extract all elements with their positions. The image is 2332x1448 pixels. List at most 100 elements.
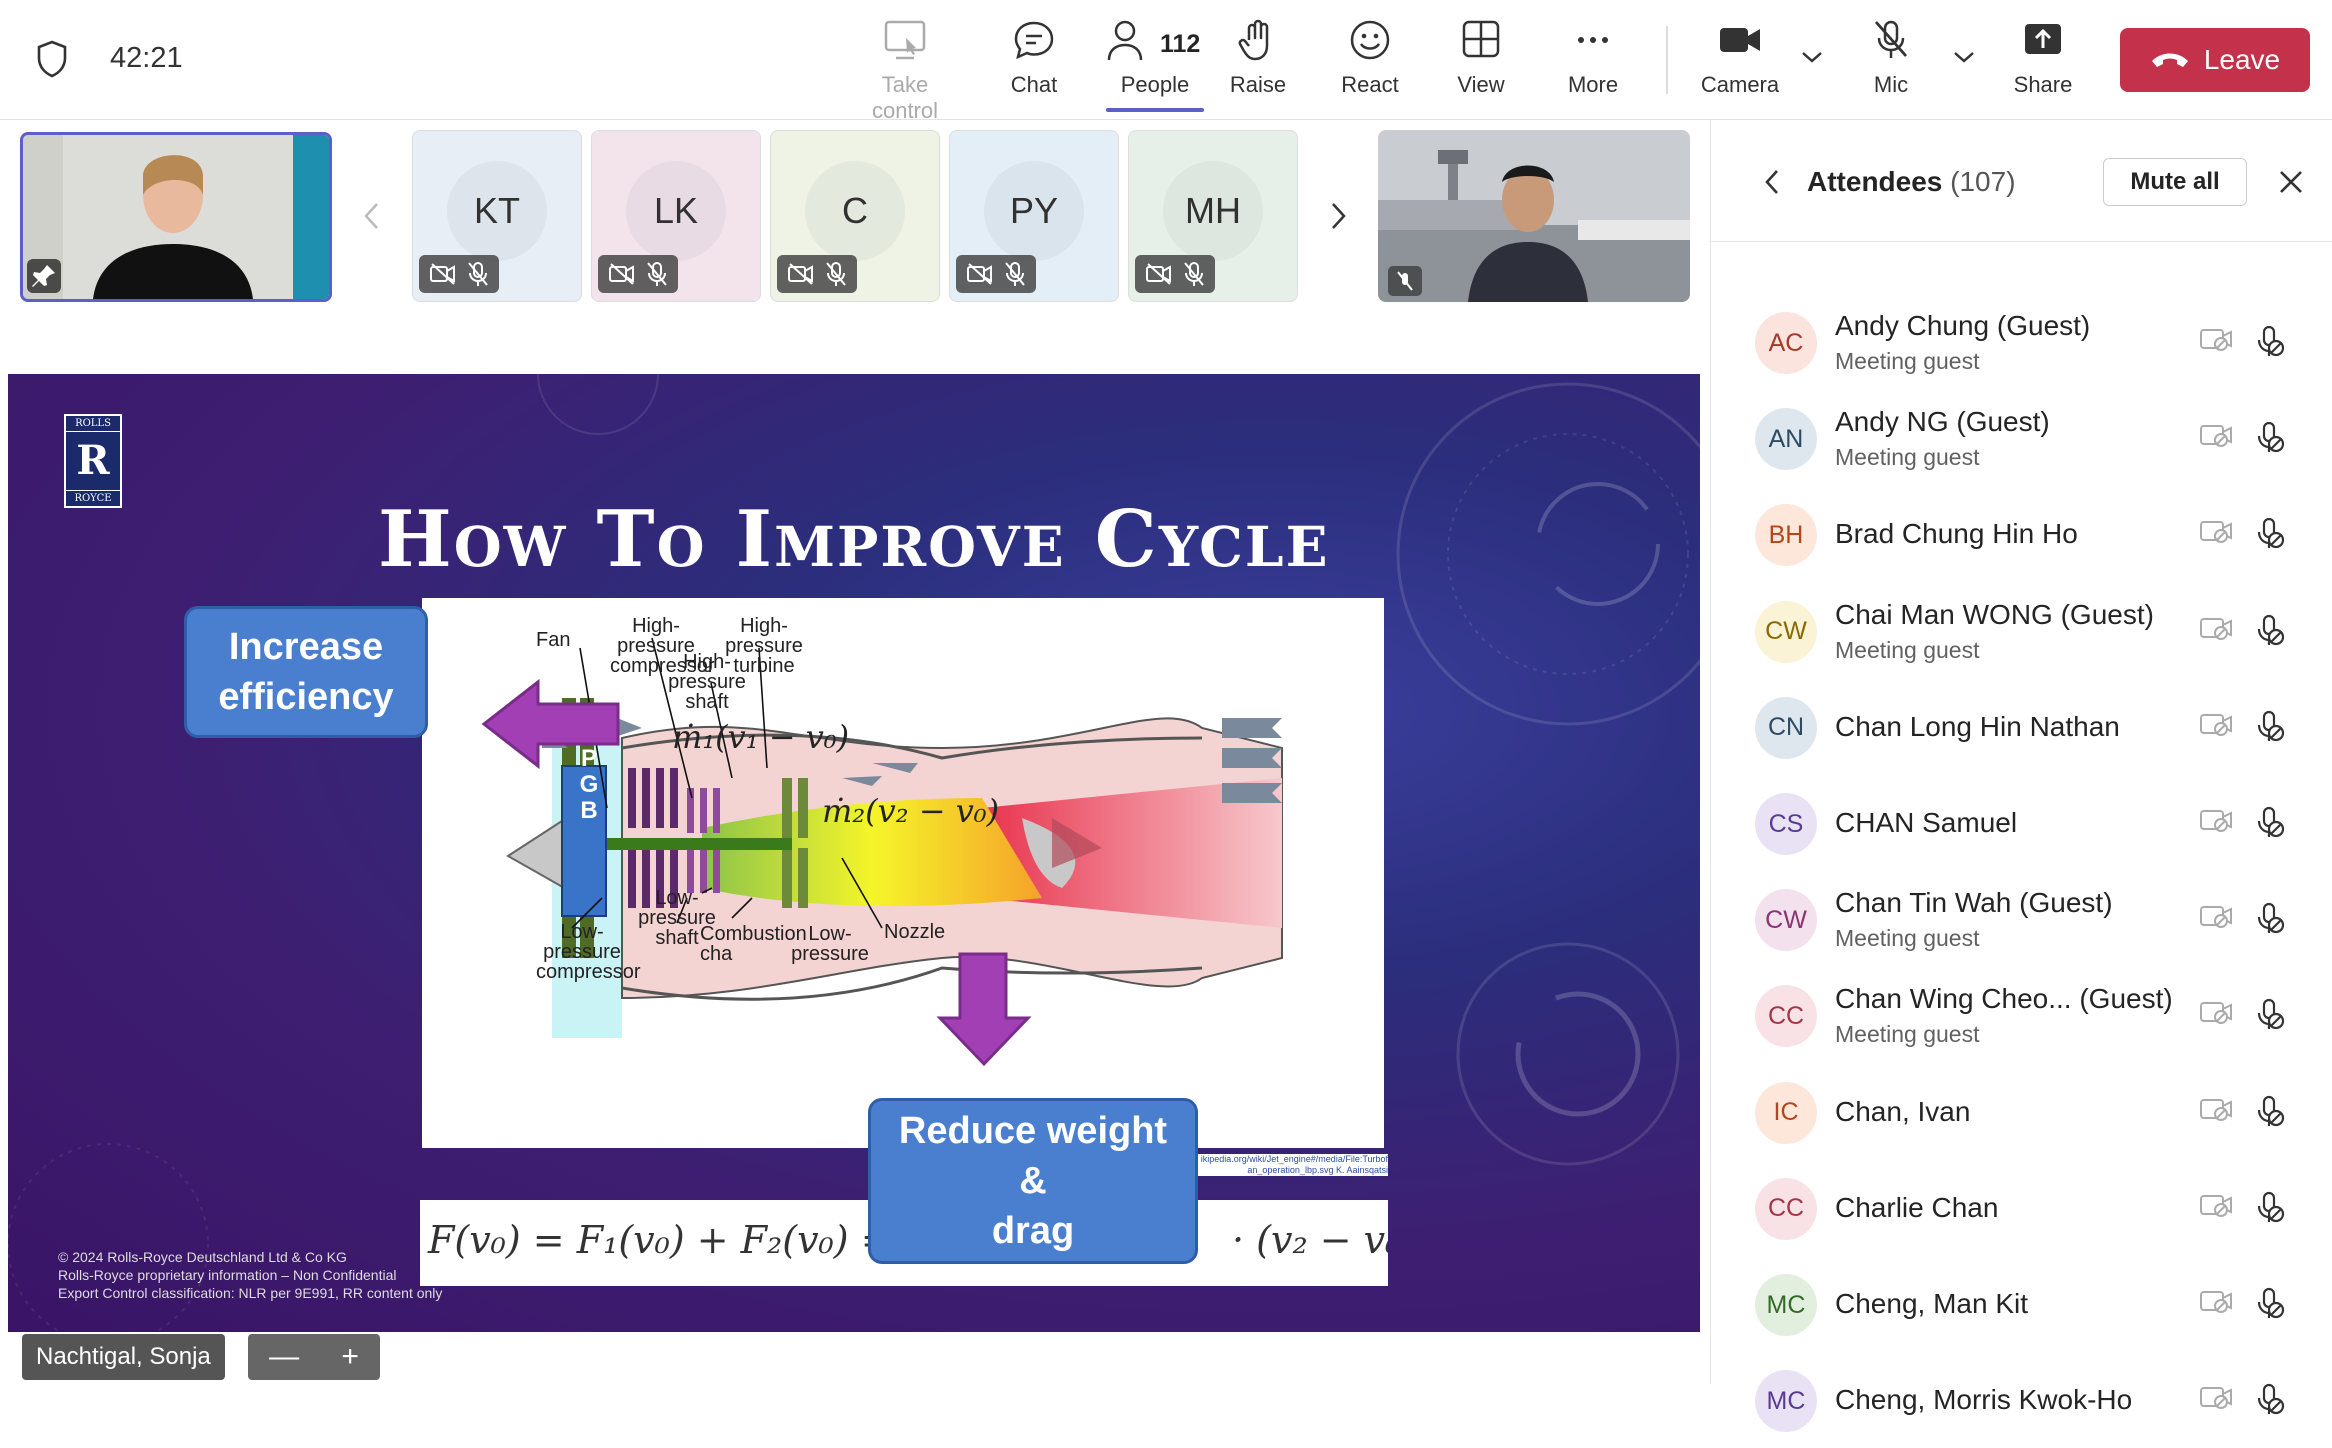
mic-off-icon[interactable]	[2255, 516, 2285, 550]
drag-text: drag	[991, 1210, 1075, 1252]
participant-initials: LK	[653, 190, 699, 231]
camera-options-chevron-icon[interactable]	[1800, 50, 1824, 64]
strip-prev-button[interactable]	[340, 132, 404, 300]
presenter-video	[23, 135, 329, 299]
attendee-status-icons	[2199, 997, 2285, 1031]
down-arrow-graphic	[936, 952, 1032, 1067]
camera-button[interactable]: Camera	[1685, 18, 1795, 108]
camera-off-icon	[2200, 1098, 2232, 1121]
mic-off-icon[interactable]	[2255, 420, 2285, 454]
attendee-initials: CC	[1767, 1194, 1805, 1223]
strip-next-button[interactable]	[1306, 132, 1370, 300]
mic-options-chevron-icon[interactable]	[1952, 50, 1976, 64]
mic-off-icon[interactable]	[2255, 324, 2285, 358]
participant-tile[interactable]: KT	[412, 130, 582, 302]
participant-video-tile[interactable]	[1378, 130, 1690, 302]
camera-off-icon	[2200, 1002, 2232, 1025]
take-control-button[interactable]: Take control	[850, 18, 960, 123]
slide-title: How To Improve Cycle	[378, 494, 1330, 585]
attendee-row[interactable]: CW Chan Tin Wah (Guest) Meeting guest	[1711, 871, 2332, 967]
attendee-avatar: IC	[1755, 1081, 1817, 1144]
attendee-role: Meeting guest	[1835, 636, 1980, 663]
attendee-row[interactable]: BH Brad Chung Hin Ho	[1711, 486, 2332, 582]
mic-off-icon[interactable]	[2255, 997, 2285, 1031]
camera-off-icon	[2200, 906, 2232, 929]
attendee-row[interactable]: CC Chan Wing Cheo... (Guest) Meeting guest	[1711, 967, 2332, 1063]
attendee-status-icons	[2199, 516, 2285, 550]
zoom-out-button[interactable]: —	[269, 1340, 299, 1374]
react-button[interactable]: React	[1315, 18, 1425, 108]
take-control-label: Take control	[871, 72, 939, 123]
participant-tile[interactable]: MH	[1128, 130, 1298, 302]
react-label: React	[1341, 72, 1399, 97]
attendee-status-icons	[2199, 1382, 2285, 1416]
attendee-avatar: CC	[1755, 1177, 1817, 1240]
image-source-link[interactable]: ikipedia.org/wiki/Jet_engine#/media/File…	[1188, 1154, 1388, 1176]
meeting-timer: 42:21	[110, 42, 183, 74]
close-icon[interactable]	[2277, 168, 2305, 196]
mic-off-icon[interactable]	[2255, 805, 2285, 839]
mic-off-icon[interactable]	[2255, 1190, 2285, 1224]
pinned-video-tile[interactable]	[20, 132, 332, 302]
attendee-row[interactable]: CC Charlie Chan	[1711, 1160, 2332, 1256]
zoom-in-button[interactable]: +	[341, 1340, 359, 1374]
people-count: 112	[1160, 30, 1201, 58]
formula-head: F(v₀) = F₁(v₀) + F₂(v₀) =	[428, 1218, 893, 1262]
mic-off-icon	[1184, 262, 1204, 286]
raise-hand-button[interactable]: Raise	[1203, 18, 1313, 108]
more-button[interactable]: More	[1538, 18, 1648, 108]
shield-icon[interactable]	[36, 40, 68, 78]
mic-off-icon[interactable]	[2255, 901, 2285, 935]
pin-badge[interactable]	[27, 259, 61, 293]
attendee-initials: CN	[1767, 713, 1805, 742]
mic-off-icon[interactable]	[2255, 1094, 2285, 1128]
participant-tile[interactable]: C	[770, 130, 940, 302]
share-icon	[2025, 24, 2061, 54]
mic-off-icon	[647, 262, 667, 286]
mic-off-icon[interactable]	[2255, 613, 2285, 647]
attendee-row[interactable]: CN Chan Long Hin Nathan	[1711, 679, 2332, 775]
attendee-row[interactable]: CS CHAN Samuel	[1711, 775, 2332, 871]
attendee-row[interactable]: CW Chai Man WONG (Guest) Meeting guest	[1711, 583, 2332, 679]
attendee-row[interactable]: AC Andy Chung (Guest) Meeting guest	[1711, 294, 2332, 390]
attendees-title: Attendees (107)	[1807, 166, 2016, 198]
mic-off-icon[interactable]	[2255, 1286, 2285, 1320]
attendee-row[interactable]: MC Cheng, Morris Kwok-Ho	[1711, 1352, 2332, 1448]
mute-all-button[interactable]: Mute all	[2103, 158, 2247, 206]
attendee-row[interactable]: MC Cheng, Man Kit	[1711, 1256, 2332, 1352]
participant-tile[interactable]: PY	[949, 130, 1119, 302]
attendee-name: Cheng, Morris Kwok-Ho	[1835, 1384, 2133, 1416]
phone-hangup-icon	[2151, 53, 2188, 67]
attendee-row[interactable]: AN Andy NG (Guest) Meeting guest	[1711, 390, 2332, 486]
attendee-avatar: CW	[1755, 600, 1817, 663]
chat-button[interactable]: Chat	[979, 18, 1089, 108]
people-button[interactable]: 112 People	[1090, 18, 1220, 112]
participant-video	[1378, 130, 1690, 302]
participant-status-badges	[598, 255, 678, 293]
attendee-name: Chai Man WONG (Guest)	[1835, 598, 2154, 630]
mic-off-icon	[1005, 262, 1025, 286]
mic-button[interactable]: Mic	[1836, 18, 1946, 108]
presenter-name-chip: Nachtigal, Sonja	[22, 1334, 225, 1380]
participant-avatar: MH	[1163, 161, 1263, 261]
view-button[interactable]: View	[1426, 18, 1536, 108]
participant-initials: PY	[1009, 190, 1059, 231]
participant-tile[interactable]: LK	[591, 130, 761, 302]
attendees-count: (107)	[1950, 166, 2016, 197]
camera-off-icon	[2200, 810, 2232, 832]
mic-off-icon[interactable]	[2255, 1382, 2285, 1416]
share-button[interactable]: Share	[1988, 18, 2098, 108]
toolbar-divider	[1666, 26, 1668, 94]
attendee-role: Meeting guest	[1835, 1021, 1980, 1048]
label-hp-shaft: High-pressure shaft	[668, 651, 746, 713]
bypass-thrust-equation: ṁ₂(v₂ − v₀)	[822, 792, 1000, 830]
camera-off-icon	[2200, 521, 2232, 544]
leave-button[interactable]: Leave	[2120, 28, 2310, 92]
attendee-role: Meeting guest	[1835, 925, 1980, 952]
shared-slide: ROLLS R ROYCE How To Improve Cycle Fan H…	[8, 374, 1700, 1332]
mic-off-icon[interactable]	[2255, 709, 2285, 743]
back-chevron-icon[interactable]	[1763, 168, 1781, 196]
logo-bottom-text: ROYCE	[66, 490, 120, 506]
attendee-status-icons	[2199, 1190, 2285, 1224]
attendee-row[interactable]: IC Chan, Ivan	[1711, 1064, 2332, 1160]
